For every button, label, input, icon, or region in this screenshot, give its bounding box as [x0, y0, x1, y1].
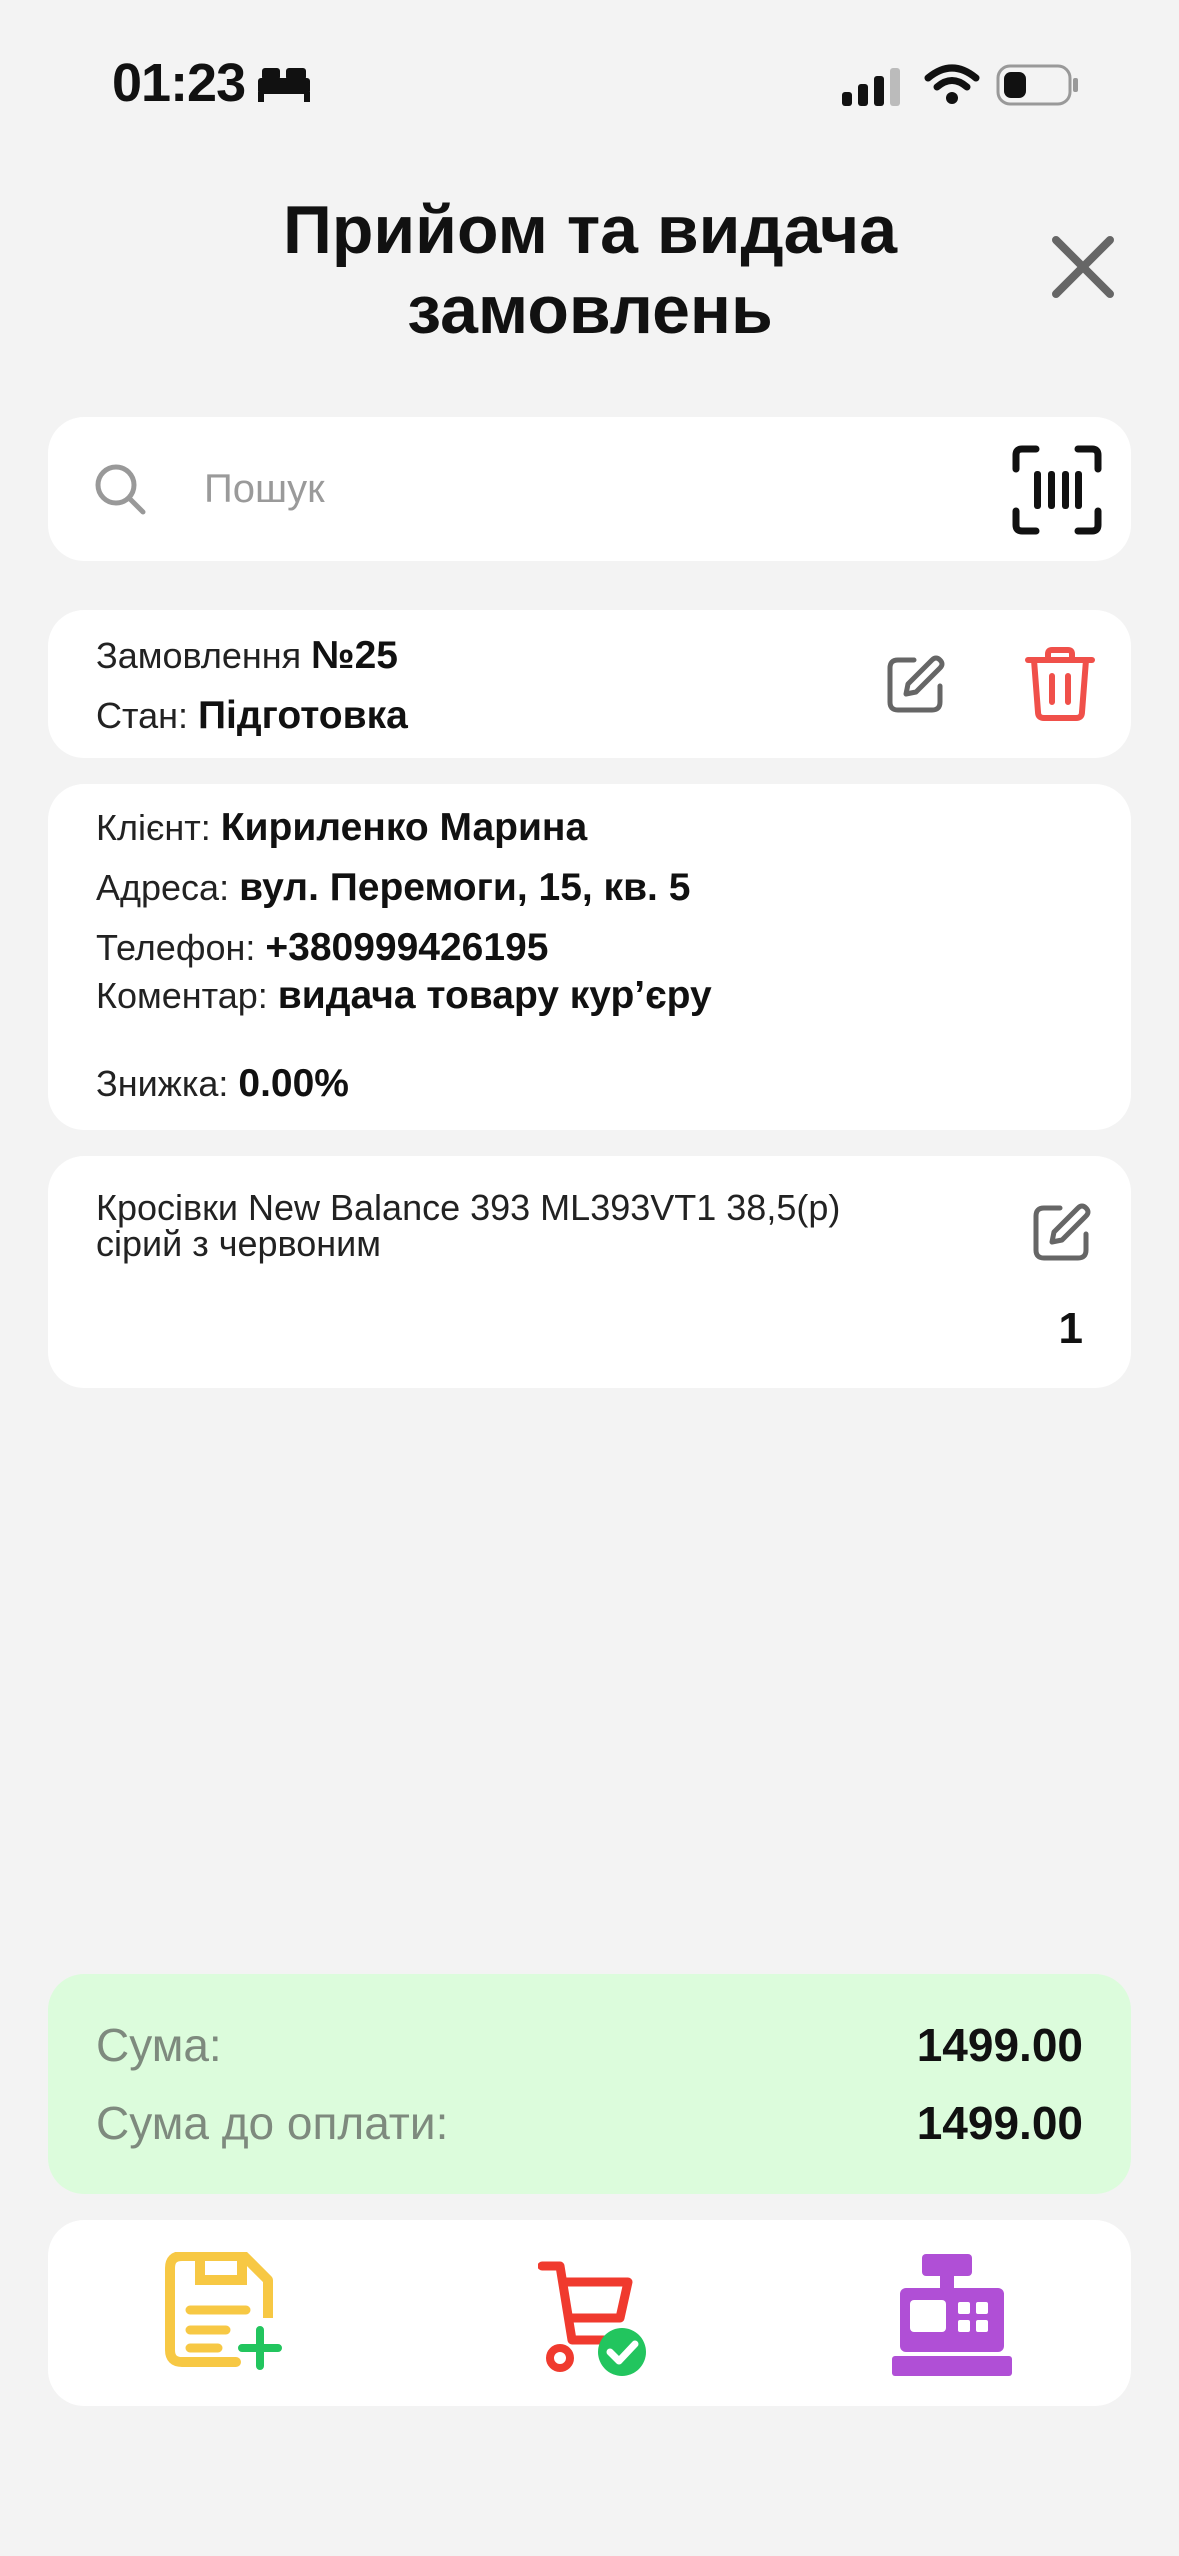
edit-icon	[1033, 1203, 1091, 1261]
close-button[interactable]	[1048, 232, 1118, 302]
barcode-scan-button[interactable]	[1012, 445, 1102, 540]
order-item-card[interactable]: Кросівки New Balance 393 ML393VT1 38,5(р…	[48, 1156, 1131, 1388]
client-name: Кириленко Марина	[220, 806, 588, 849]
search-icon	[92, 461, 148, 522]
order-card: Замовлення №25 Стан: Підготовка	[48, 610, 1131, 758]
comment-row: Коментар: видача товару кур’єру	[96, 974, 712, 1018]
discount-value: 0.00%	[238, 1062, 349, 1105]
add-document-icon	[165, 2251, 282, 2370]
barcode-scan-icon	[1012, 445, 1102, 535]
item-name-line1: Кросівки New Balance 393 ML393VT1 38,5(р…	[96, 1187, 841, 1228]
cash-register-button[interactable]	[890, 2252, 1014, 2383]
cart-confirm-button[interactable]	[537, 2260, 658, 2381]
wifi-icon	[924, 62, 980, 111]
signal-icon	[842, 66, 906, 113]
trash-icon	[1025, 647, 1095, 721]
bed-icon	[256, 64, 312, 109]
sum-value: 1499.00	[916, 2019, 1083, 2071]
phone-row: Телефон: +380999426195	[96, 926, 548, 970]
order-label: Замовлення	[96, 635, 302, 676]
phone-label: Телефон:	[96, 927, 256, 968]
action-bar	[48, 2220, 1131, 2406]
comment-value: видача товару кур’єру	[277, 974, 712, 1017]
totals-panel: Сума: 1499.00 Сума до оплати: 1499.00	[48, 1974, 1131, 2194]
status-time: 01:23	[112, 53, 246, 113]
due-value: 1499.00	[916, 2097, 1083, 2149]
search-input[interactable]: Пошук	[204, 467, 325, 512]
item-name-line2: сірий з червоним	[96, 1223, 382, 1264]
cart-check-icon	[537, 2261, 646, 2376]
discount-label: Знижка:	[96, 1063, 229, 1104]
page-title: Прийом та видача замовлень	[282, 192, 898, 348]
comment-label: Коментар:	[96, 975, 268, 1016]
client-row: Клієнт: Кириленко Марина	[96, 806, 587, 850]
status-label: Стан:	[96, 695, 188, 736]
address-row: Адреса: вул. Перемоги, 15, кв. 5	[96, 866, 690, 910]
edit-order-button[interactable]	[884, 652, 948, 716]
address-label: Адреса:	[96, 867, 230, 908]
edit-item-button[interactable]	[1030, 1200, 1094, 1264]
close-icon	[1052, 236, 1114, 298]
address-value: вул. Перемоги, 15, кв. 5	[239, 866, 691, 909]
delete-order-button[interactable]	[1024, 646, 1096, 722]
battery-icon	[996, 64, 1080, 111]
item-name: Кросівки New Balance 393 ML393VT1 38,5(р…	[96, 1190, 956, 1262]
phone-value: +380999426195	[265, 926, 549, 969]
cash-register-icon	[892, 2254, 1012, 2376]
edit-icon	[887, 655, 945, 713]
order-status-row: Стан: Підготовка	[96, 694, 408, 738]
client-card: Клієнт: Кириленко Марина Адреса: вул. Пе…	[48, 784, 1131, 1130]
sum-label: Сума:	[96, 2019, 222, 2071]
search-bar[interactable]: Пошук	[48, 417, 1131, 561]
discount-row: Знижка: 0.00%	[96, 1062, 349, 1106]
new-order-button[interactable]	[164, 2251, 284, 2375]
due-label: Сума до оплати:	[96, 2097, 449, 2149]
item-quantity: 1	[1058, 1304, 1083, 1353]
order-number: №25	[311, 634, 398, 677]
order-number-row: Замовлення №25	[96, 634, 398, 678]
status-value: Підготовка	[198, 694, 408, 737]
client-label: Клієнт:	[96, 807, 211, 848]
